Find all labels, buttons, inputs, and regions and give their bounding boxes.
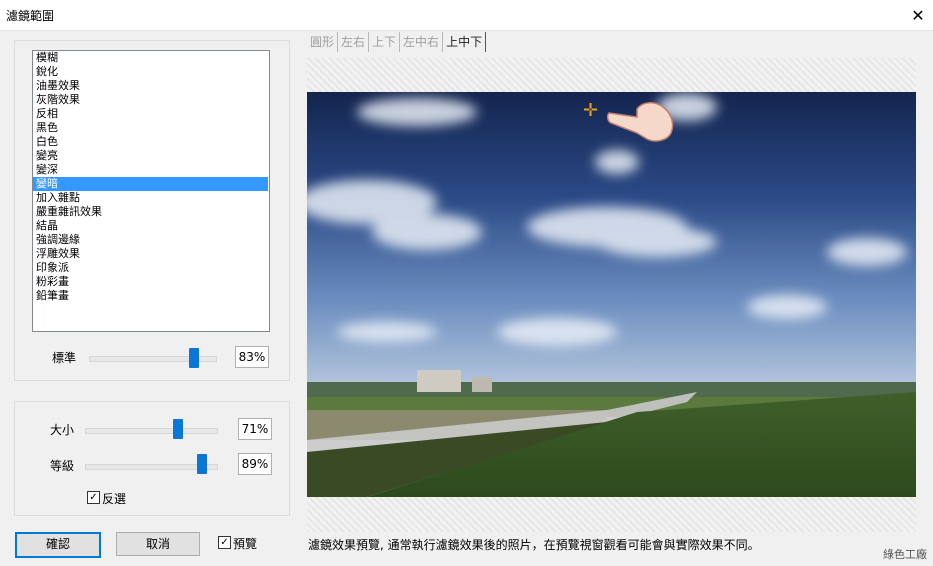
grade-slider-thumb[interactable] (196, 454, 207, 474)
close-button[interactable]: ✕ (903, 0, 933, 30)
window-title: 濾鏡範圍 (6, 9, 55, 23)
preview-photo[interactable]: ✛ (307, 92, 916, 497)
tab-1[interactable]: 左右 (338, 32, 370, 52)
grade-label: 等級 (50, 459, 75, 473)
invert-checkbox[interactable]: ✓ (87, 491, 100, 504)
tab-2[interactable]: 上下 (369, 32, 401, 52)
filter-list-item[interactable]: 強調邊緣 (33, 233, 269, 247)
standard-slider-thumb[interactable] (188, 348, 199, 368)
standard-label: 標準 (52, 351, 77, 365)
ok-button[interactable]: 確認 (15, 532, 101, 558)
size-value[interactable]: 71% (238, 418, 272, 440)
filter-list-item[interactable]: 反相 (33, 107, 269, 121)
filter-list-item[interactable]: 粉彩畫 (33, 275, 269, 289)
filter-list-item[interactable]: 印象派 (33, 261, 269, 275)
filter-list-item[interactable]: 浮雕效果 (33, 247, 269, 261)
preview-caption: 濾鏡效果預覽, 通常執行濾鏡效果後的照片，在預覽視窗觀看可能會與實際效果不同。 (308, 538, 760, 552)
filter-list-item[interactable]: 嚴重雜訊效果 (33, 205, 269, 219)
filter-listbox[interactable]: 模糊 銳化 油墨效果 灰階效果 反相 黑色 白色 變亮 變深 變暗 加入雜點 嚴重雜訊效果 結晶 強調邊緣… (32, 50, 270, 332)
filter-list-item[interactable]: 結晶 (33, 219, 269, 233)
invert-label: 反選 (102, 492, 127, 506)
filter-list-item[interactable]: 黑色 (33, 121, 269, 135)
tab-4[interactable]: 上中下 (443, 32, 487, 52)
size-slider-thumb[interactable] (173, 419, 183, 439)
size-label: 大小 (50, 423, 75, 437)
filter-list-item[interactable]: 變深 (33, 163, 269, 177)
title-bar: 濾鏡範圍 ✕ (0, 0, 933, 31)
filter-list-item[interactable]: 變亮 (33, 149, 269, 163)
filter-list-item[interactable]: 變暗 (33, 177, 268, 191)
filter-list-item[interactable]: 鉛筆畫 (33, 289, 269, 303)
preview-checkbox[interactable]: ✓ (218, 536, 231, 549)
filter-list-item[interactable]: 銳化 (33, 65, 269, 79)
close-icon: ✕ (911, 5, 925, 25)
watermark: 綠色工廠 (883, 548, 927, 561)
filter-list-item[interactable]: 灰階效果 (33, 93, 269, 107)
pointing-hand-icon (606, 97, 677, 143)
move-cursor-icon: ✛ (583, 100, 599, 121)
grade-value[interactable]: 89% (238, 453, 272, 475)
filter-list-item[interactable]: 模糊 (33, 51, 269, 65)
tab-3[interactable]: 左中右 (400, 32, 444, 52)
preview-label: 預覽 (233, 537, 258, 551)
cancel-button[interactable]: 取消 (116, 532, 200, 556)
filter-list-item[interactable]: 白色 (33, 135, 269, 149)
size-slider-track[interactable] (85, 428, 218, 434)
filter-list-item[interactable]: 油墨效果 (33, 79, 269, 93)
mode-tabs: 圓形 左右 上下 左中右 上中下 (307, 32, 487, 52)
tab-0[interactable]: 圓形 (307, 32, 339, 52)
standard-value[interactable]: 83% (235, 346, 269, 368)
filter-list-item[interactable]: 加入雜點 (33, 191, 269, 205)
